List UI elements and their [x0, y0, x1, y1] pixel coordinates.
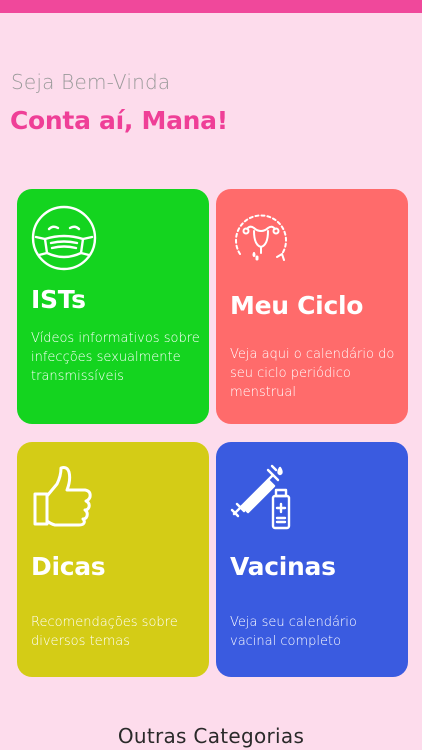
card-ists-description: Vídeos informativos sobre infecções sexu…	[31, 331, 200, 384]
card-dicas-description: Recomendações sobre diversos temas	[31, 615, 178, 649]
greeting-text: Seja Bem-Vinda	[11, 70, 171, 94]
card-dicas[interactable]: Dicas Recomendações sobre diversos temas	[17, 442, 209, 677]
page-title: Conta aí, Mana!	[10, 106, 228, 135]
card-dicas-title: Dicas	[31, 552, 106, 581]
card-vacinas[interactable]: Vacinas Veja seu calendário vacinal comp…	[216, 442, 408, 677]
card-vacinas-title: Vacinas	[230, 552, 336, 581]
top-bar	[0, 0, 422, 13]
other-categories-heading: Outras Categorias	[117, 724, 305, 748]
card-ists[interactable]: ISTs Vídeos informativos sobre infecções…	[17, 189, 209, 424]
card-meu-ciclo-description: Veja aqui o calendário do seu ciclo peri…	[230, 347, 395, 400]
card-ists-title: ISTs	[31, 285, 86, 314]
card-meu-ciclo[interactable]: Meu Ciclo Veja aqui o calendário do seu …	[216, 189, 408, 424]
face-mask-icon	[31, 205, 97, 271]
thumbs-up-icon	[33, 466, 92, 527]
card-vacinas-description: Veja seu calendário vacinal completo	[230, 615, 357, 649]
card-meu-ciclo-title: Meu Ciclo	[230, 291, 364, 320]
uterus-cycle-icon	[235, 214, 287, 261]
vaccine-icon	[230, 464, 291, 530]
